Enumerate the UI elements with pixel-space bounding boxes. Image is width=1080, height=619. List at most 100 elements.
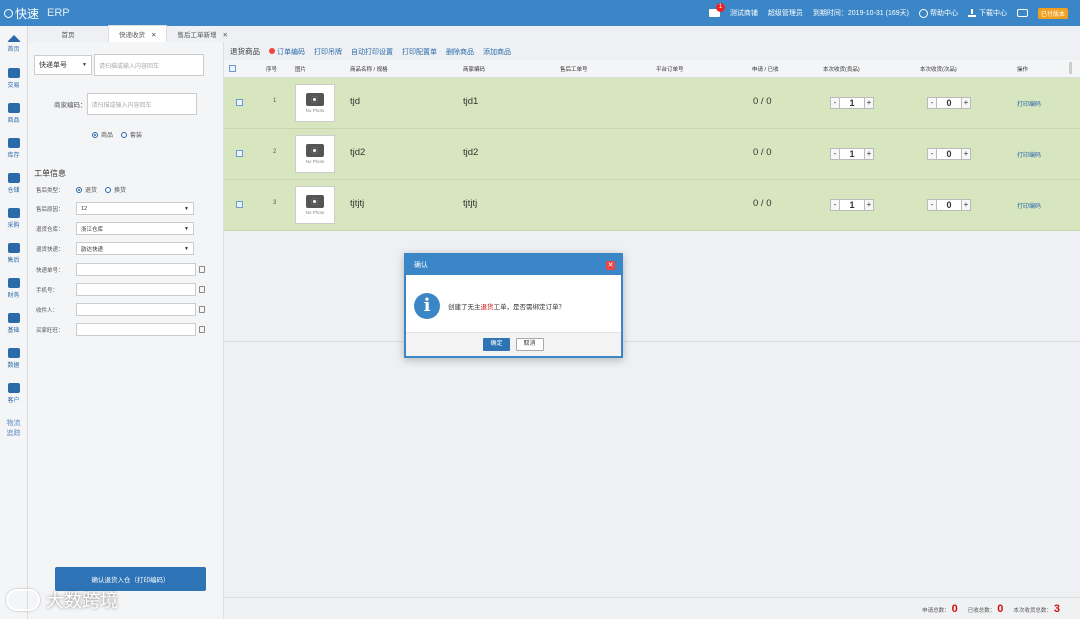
close-icon[interactable]: ✕ — [151, 32, 156, 39]
nav-warehouse[interactable]: 仓储 — [0, 166, 27, 201]
scan-type-select[interactable]: 快递单号 ▼ — [34, 55, 92, 75]
help-center-link[interactable]: 帮助中心 — [918, 8, 958, 18]
express-select[interactable]: 韵达快递 ▼ — [76, 242, 194, 255]
radio-dot — [121, 131, 128, 138]
good-qty-stepper[interactable]: -1 + — [830, 96, 874, 109]
warehouse-select[interactable]: 浙江仓库 ▼ — [76, 222, 194, 235]
print-code-link[interactable]: 打印编码 — [1017, 150, 1041, 159]
header-platform: 平台订单号 — [656, 67, 684, 73]
plus-button[interactable]: + — [864, 198, 874, 211]
buyer-input[interactable] — [76, 323, 196, 336]
row-checkbox[interactable] — [236, 150, 243, 157]
defect-qty-stepper[interactable]: -0 + — [927, 96, 971, 109]
tracking-input[interactable] — [76, 263, 196, 276]
defect-qty-stepper[interactable]: -0 + — [927, 198, 971, 211]
plus-button[interactable]: + — [961, 96, 971, 109]
product-name: tjd — [350, 96, 361, 107]
version-badge[interactable]: 已付版本 — [1037, 7, 1068, 19]
chat-icon[interactable] — [1016, 9, 1028, 17]
user-role[interactable]: 超级管理员 — [768, 8, 803, 18]
code-input[interactable]: 请扫描或输入内容回车 — [86, 93, 197, 115]
minus-button[interactable]: - — [830, 198, 840, 211]
nav-basic[interactable]: 基础 — [0, 306, 27, 341]
plus-button[interactable]: + — [864, 147, 874, 160]
nav-home[interactable]: 首页 — [0, 26, 27, 61]
phone-input[interactable] — [76, 283, 196, 296]
table-row[interactable]: 1 No Photo tjd tjd1 0 / 0 -1 + -0 + 打印编码 — [224, 78, 1080, 129]
radio-dot — [92, 131, 98, 138]
receiver-label: 收件人： — [36, 307, 59, 314]
close-icon[interactable]: ✕ — [606, 260, 615, 270]
nav-data[interactable]: 数据 — [0, 341, 27, 376]
nav-trade[interactable]: 交易 — [0, 61, 27, 96]
copy-icon[interactable] — [199, 326, 205, 333]
scan-input[interactable]: 请扫描或输入内容回车 — [94, 54, 204, 76]
minus-button[interactable]: - — [927, 198, 937, 211]
tab-express-receive[interactable]: 快递收货 ✕ — [108, 25, 168, 42]
finance-icon — [7, 278, 20, 288]
camera-icon — [306, 195, 324, 208]
defect-qty-stepper[interactable]: -0 + — [927, 147, 971, 160]
cancel-button[interactable]: 取消 — [515, 338, 544, 351]
radio-suite[interactable]: 套装 — [121, 130, 142, 139]
minus-button[interactable]: - — [927, 147, 937, 160]
trade-icon — [7, 68, 20, 78]
radio-return[interactable]: 退货 — [76, 185, 97, 194]
plus-button[interactable]: + — [864, 96, 874, 109]
tab-bar: 首页 快递收货 ✕ 售后工单新增 ✕ — [28, 25, 238, 42]
minus-button[interactable]: - — [830, 96, 840, 109]
close-icon[interactable]: ✕ — [222, 32, 227, 39]
radio-dot — [76, 186, 82, 193]
toolbar-heading: 退货商品 — [230, 47, 260, 56]
ok-button[interactable]: 确定 — [483, 338, 510, 351]
nav-finance[interactable]: 财务 — [0, 271, 27, 306]
download-center-link[interactable]: 下载中心 — [967, 8, 1007, 18]
scroll-indicator[interactable] — [1069, 62, 1072, 74]
reason-select[interactable]: 12 ▼ — [76, 202, 194, 215]
table-row[interactable]: 3 No Photo tjtjtj tjtjtj 0 / 0 -1 + -0 + 打… — [224, 180, 1080, 231]
row-checkbox[interactable] — [236, 99, 243, 106]
header-op: 操作 — [1017, 67, 1029, 73]
nav-goods[interactable]: 商品 — [0, 96, 27, 131]
radio-exchange[interactable]: 换货 — [105, 185, 126, 194]
footer-totals: 申请总数： 0 已收总数： 0 本次收货总数： 3 — [224, 597, 1080, 619]
order-code-link[interactable]: 订单编码 — [269, 47, 305, 57]
receiver-input[interactable] — [76, 303, 196, 316]
nav-purchase[interactable]: 采购 — [0, 201, 27, 236]
select-all-checkbox[interactable] — [229, 65, 236, 72]
print-code-link[interactable]: 打印编码 — [1017, 99, 1041, 108]
nav-logistics[interactable]: 物流追踪 — [0, 411, 27, 446]
app-logo[interactable]: 快速 ERP — [0, 5, 70, 22]
copy-icon[interactable] — [199, 286, 205, 293]
nav-customer[interactable]: 客户 — [0, 376, 27, 411]
product-code: tjd2 — [463, 147, 479, 158]
plus-button[interactable]: + — [961, 147, 971, 160]
user-name[interactable]: 测试商铺 — [730, 8, 758, 18]
good-qty-stepper[interactable]: -1 + — [830, 198, 874, 211]
radio-goods[interactable]: 商品 — [92, 130, 113, 139]
print-config-link[interactable]: 打印配置单 — [402, 47, 437, 57]
mail-icon[interactable]: 1 — [708, 3, 725, 17]
print-tag-link[interactable]: 打印吊牌 — [314, 47, 342, 57]
nav-aftersale[interactable]: 售后 — [0, 236, 27, 271]
auto-print-settings-link[interactable]: 自动打印设置 — [351, 47, 393, 57]
copy-icon[interactable] — [199, 306, 205, 313]
tab-aftersale-new[interactable]: 售后工单新增 ✕ — [167, 26, 237, 42]
delete-goods-link[interactable]: 删除商品 — [446, 47, 474, 57]
help-icon — [918, 8, 928, 18]
minus-button[interactable]: - — [927, 96, 937, 109]
minus-button[interactable]: - — [830, 147, 840, 160]
dialog-footer: 确定 取消 — [406, 332, 621, 356]
tab-home[interactable]: 首页 — [28, 26, 108, 42]
copy-icon[interactable] — [199, 266, 205, 273]
print-code-link[interactable]: 打印编码 — [1017, 201, 1041, 210]
row-index: 1 — [273, 98, 277, 104]
good-qty-stepper[interactable]: -1 + — [830, 147, 874, 160]
add-goods-link[interactable]: 添加商品 — [483, 47, 511, 57]
brand-name: 快速 — [15, 6, 40, 21]
watermark-logo-icon — [6, 589, 40, 611]
plus-button[interactable]: + — [961, 198, 971, 211]
nav-stock[interactable]: 库存 — [0, 131, 27, 166]
row-checkbox[interactable] — [236, 201, 243, 208]
table-row[interactable]: 2 No Photo tjd2 tjd2 0 / 0 -1 + -0 + 打印编码 — [224, 129, 1080, 180]
